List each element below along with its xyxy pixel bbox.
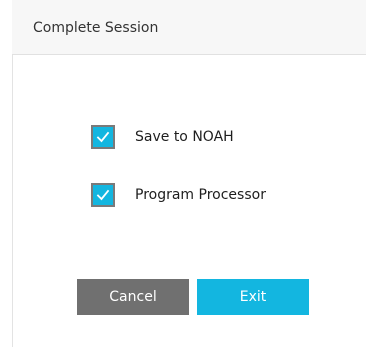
program-processor-checkbox[interactable] — [91, 183, 115, 207]
dialog-left-border — [12, 55, 13, 347]
dialog-header: Complete Session — [12, 0, 366, 55]
save-to-noah-checkbox[interactable] — [91, 125, 115, 149]
cancel-button[interactable]: Cancel — [77, 279, 189, 315]
save-to-noah-label: Save to NOAH — [135, 129, 234, 145]
check-icon — [96, 131, 110, 143]
option-program-processor[interactable]: Program Processor — [91, 183, 266, 207]
dialog-title: Complete Session — [33, 20, 159, 36]
complete-session-dialog: Complete Session Save to NOAH Program Pr… — [0, 0, 366, 347]
option-save-to-noah[interactable]: Save to NOAH — [91, 125, 234, 149]
program-processor-label: Program Processor — [135, 187, 266, 203]
exit-button[interactable]: Exit — [197, 279, 309, 315]
check-icon — [96, 189, 110, 201]
